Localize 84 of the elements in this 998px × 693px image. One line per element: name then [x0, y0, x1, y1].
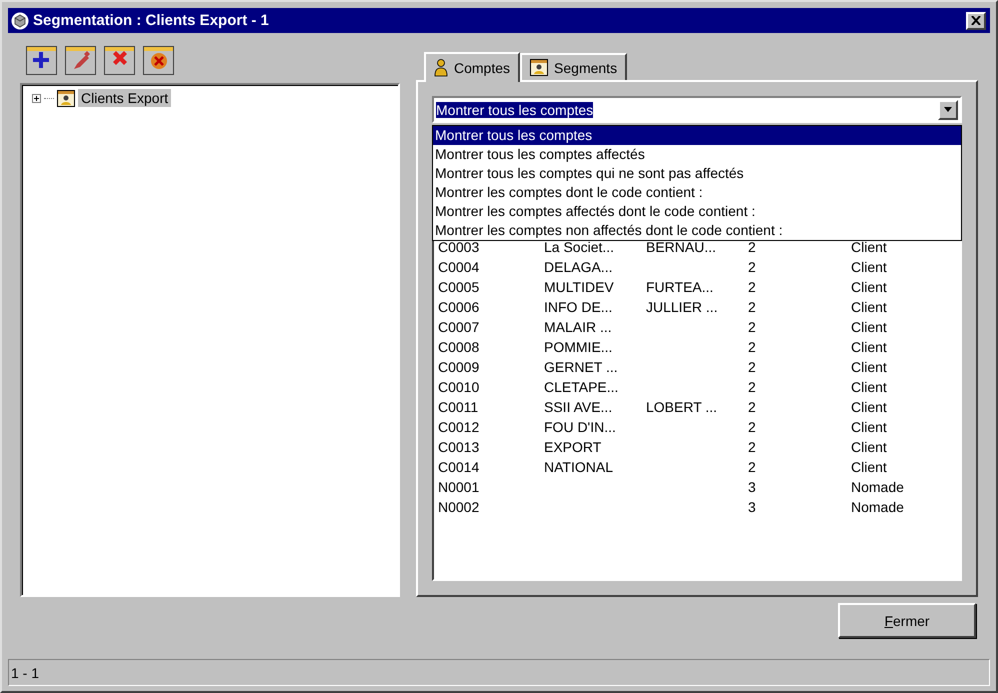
type-cell-text: Client	[851, 439, 888, 455]
status-text: 1 - 1	[11, 664, 40, 680]
level-cell-text: 2	[748, 419, 757, 435]
level-cell-text: 2	[748, 379, 757, 395]
level-cell-text: 2	[748, 259, 757, 275]
dropdown-value: Montrer tous les comptes	[436, 102, 594, 118]
pencil-icon	[65, 46, 96, 75]
contact-cell-text: FURTEA...	[646, 279, 714, 295]
code-cell-text: N0002	[438, 499, 480, 515]
type-cell-text: Client	[851, 419, 888, 435]
level-cell-text: 3	[748, 499, 757, 515]
person-icon	[434, 59, 448, 77]
name-cell-text: NATIONAL	[544, 459, 614, 475]
segment-icon	[57, 90, 75, 106]
name-cell-text: POMMIE...	[544, 339, 614, 355]
type-cell-text: Client	[851, 399, 888, 415]
type-cell-text: Client	[851, 299, 888, 315]
contact-cell-text: LOBERT ...	[646, 399, 718, 415]
code-cell-text: C0004	[438, 259, 480, 275]
code-cell-text: C0007	[438, 319, 480, 335]
code-cell-text: C0014	[438, 459, 480, 475]
add-icon	[26, 46, 57, 75]
toolbar-button[interactable]	[65, 46, 96, 75]
expand-icon[interactable]	[32, 94, 41, 102]
level-cell-text: 3	[748, 479, 757, 495]
type-cell-text: Client	[851, 279, 888, 295]
tree-item[interactable]: Clients Export	[78, 89, 172, 107]
caret-icon	[944, 107, 952, 112]
name-cell-text: FOU D'IN...	[544, 419, 617, 435]
type-cell-text: Nomade	[851, 479, 905, 495]
tab[interactable]: Comptes	[424, 52, 520, 82]
type-cell-text: Client	[851, 259, 888, 275]
name-cell-text: GERNET ...	[544, 359, 619, 375]
tab[interactable]: Segments	[520, 53, 628, 80]
type-cell-text: Client	[851, 319, 888, 335]
level-cell-text: 2	[748, 239, 757, 255]
level-cell-text: 2	[748, 279, 757, 295]
cube-icon	[11, 12, 29, 30]
window-title: Segmentation : Clients Export - 1	[33, 12, 270, 29]
close-icon	[971, 16, 981, 25]
code-cell-text: C0005	[438, 279, 480, 295]
type-cell-text: Client	[851, 379, 888, 395]
code-cell-text: C0003	[438, 239, 480, 255]
close-dialog-button[interactable]: Fermer	[838, 603, 976, 638]
code-cell-text: N0001	[438, 479, 480, 495]
code-cell-text: C0006	[438, 299, 480, 315]
level-cell-text: 2	[748, 399, 757, 415]
type-cell-text: Client	[851, 239, 888, 255]
code-cell-text: C0011	[438, 399, 480, 415]
name-cell-text: CLETAPE...	[544, 379, 620, 395]
toolbar-button[interactable]	[143, 46, 174, 75]
code-cell-text: C0009	[438, 359, 480, 375]
toolbar-button[interactable]	[26, 46, 57, 75]
name-cell-text: MULTIDEV	[544, 279, 615, 295]
type-cell-text: Nomade	[851, 499, 905, 515]
code-cell-text: C0010	[438, 379, 480, 395]
dropdown-option[interactable]: Montrer tous les comptes	[433, 126, 961, 145]
toolbar-button[interactable]	[104, 46, 135, 75]
type-cell-text: Client	[851, 459, 888, 475]
name-cell-text: EXPORT	[544, 439, 602, 455]
name-cell-text: INFO DE...	[544, 299, 614, 315]
level-cell-text: 2	[748, 299, 757, 315]
filter-dropdown[interactable]: Montrer tous les comptes	[432, 96, 962, 123]
contact-cell-text: JULLIER ...	[646, 299, 719, 315]
code-cell-text: C0013	[438, 439, 480, 455]
type-cell-text: Client	[851, 339, 888, 355]
code-cell-text: C0012	[438, 419, 480, 435]
code-cell-text: C0008	[438, 339, 480, 355]
level-cell-text: 2	[748, 339, 757, 355]
name-cell-text: La Societ...	[544, 239, 616, 255]
level-cell-text: 2	[748, 319, 757, 335]
name-cell-text: DELAGA...	[544, 259, 614, 275]
segment-icon	[530, 59, 548, 76]
level-cell-text: 2	[748, 439, 757, 455]
type-cell-text: Client	[851, 359, 888, 375]
contact-cell-text: BERNAU...	[646, 239, 718, 255]
close-button[interactable]	[966, 12, 986, 30]
cancel-icon	[143, 46, 174, 75]
delete-icon	[104, 46, 135, 75]
dropdown-button[interactable]	[938, 100, 958, 120]
level-cell-text: 2	[748, 459, 757, 475]
name-cell-text: MALAIR ...	[544, 319, 613, 335]
name-cell-text: SSII AVE...	[544, 399, 614, 415]
level-cell-text: 2	[748, 359, 757, 375]
